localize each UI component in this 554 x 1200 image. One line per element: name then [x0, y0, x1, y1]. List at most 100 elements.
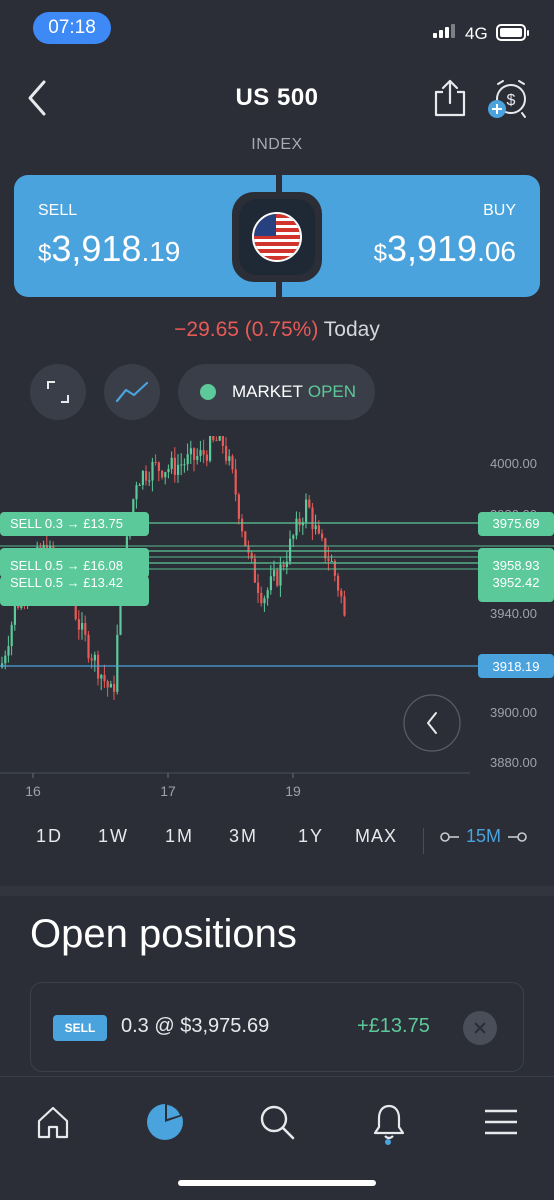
status-time: 07:18: [33, 12, 111, 44]
share-icon[interactable]: [432, 78, 468, 118]
candle-body: [343, 596, 346, 616]
x-tick-label: 16: [25, 783, 41, 799]
candle-body: [282, 564, 285, 567]
slider-right-icon: [508, 831, 527, 842]
page-title: US 500: [235, 84, 319, 111]
candle-body: [164, 472, 167, 478]
candle-body: [93, 654, 96, 661]
order-price-label: 3952.42: [493, 575, 540, 590]
section-divider: [0, 886, 554, 896]
candle-body: [7, 646, 10, 656]
candle-body: [247, 545, 250, 553]
home-tab[interactable]: [28, 1097, 78, 1147]
buy-price: $3,919.06: [373, 228, 516, 269]
candle-body: [148, 480, 151, 482]
timeframe-1d[interactable]: 1D: [36, 826, 63, 847]
candle-body: [199, 450, 202, 456]
candle-body: [215, 440, 218, 442]
candle-body: [225, 445, 228, 461]
market-status-dot: [200, 384, 216, 400]
candle-body: [212, 436, 215, 441]
timeframe-3m[interactable]: 3M: [229, 826, 258, 847]
candle-body: [167, 468, 170, 473]
candle-body: [231, 456, 234, 470]
candle-body: [205, 454, 208, 461]
candle-body: [154, 461, 157, 463]
candle-body: [305, 499, 308, 523]
candle-body: [10, 624, 13, 647]
line-chart-icon: [115, 381, 149, 403]
candle-body: [308, 499, 311, 508]
candle-body: [173, 457, 176, 475]
candle-body: [116, 634, 119, 692]
candle-body: [253, 558, 256, 583]
candle-body: [257, 582, 260, 593]
candle-body: [263, 598, 266, 604]
portfolio-tab[interactable]: [140, 1097, 190, 1147]
candle-body: [273, 570, 276, 577]
timeframe-1y[interactable]: 1Y: [298, 826, 324, 847]
order-price-label: 3975.69: [493, 516, 540, 531]
y-tick-label: 3940.00: [490, 606, 537, 621]
menu-icon: [485, 1109, 517, 1135]
candle-body: [221, 436, 224, 446]
candle-body: [177, 464, 180, 475]
position-row[interactable]: SELL 0.3 @ $3,975.69 +£13.75: [30, 982, 524, 1072]
candle-body: [244, 531, 247, 546]
candle-body: [81, 623, 84, 630]
candle-body: [295, 518, 298, 536]
candle-body: [250, 552, 253, 559]
candle-body: [218, 436, 221, 441]
home-icon: [37, 1106, 69, 1139]
candle-body: [151, 461, 154, 481]
search-tab[interactable]: [252, 1097, 302, 1147]
timeframe-1m[interactable]: 1M: [165, 826, 194, 847]
scroll-back-button[interactable]: [403, 694, 461, 752]
timeframe-selector: 1D 1W 1M 3M 1Y MAX 15M: [0, 826, 554, 858]
market-status: MARKET OPEN: [178, 364, 375, 420]
candle-body: [314, 525, 317, 530]
network-type: 4G: [465, 24, 488, 43]
candle-body: [202, 450, 205, 455]
candle-body: [4, 655, 7, 664]
candle-body: [13, 605, 16, 625]
candle-body: [228, 456, 231, 461]
timeframe-1w[interactable]: 1W: [98, 826, 129, 847]
position-side-badge: SELL: [53, 1015, 107, 1041]
candle-body: [180, 464, 183, 466]
candle-body: [170, 457, 173, 469]
price-chart[interactable]: 4000.003980.003940.003900.003880.0016171…: [0, 436, 554, 806]
position-desc: 0.3 @ $3,975.69: [121, 1015, 270, 1037]
positions-title: Open positions: [30, 912, 297, 956]
candle-body: [321, 533, 324, 539]
candle-body: [292, 535, 295, 539]
menu-tab[interactable]: [476, 1097, 526, 1147]
home-indicator: [178, 1180, 376, 1186]
x-tick-label: 19: [285, 783, 301, 799]
position-pnl: +£13.75: [357, 1015, 430, 1037]
candle-body: [113, 683, 116, 692]
candle-body: [317, 525, 320, 534]
candle-body: [260, 592, 263, 604]
candle-body: [311, 507, 314, 530]
search-icon: [260, 1105, 295, 1140]
candle-body: [189, 448, 192, 455]
fullscreen-button[interactable]: [30, 364, 86, 420]
candle-body: [269, 576, 272, 591]
order-tag-text: SELL 0.5 → £13.42: [10, 575, 123, 590]
bell-icon: [373, 1104, 405, 1140]
expand-icon: [47, 381, 69, 403]
current-price-label: 3918.19: [493, 659, 540, 674]
slider-left-icon: [440, 831, 459, 842]
interval-selector[interactable]: 15M: [440, 826, 527, 847]
close-position-button[interactable]: [463, 1011, 497, 1045]
flag-badge: [232, 192, 322, 282]
candle-body: [157, 462, 160, 471]
chart-type-button[interactable]: [104, 364, 160, 420]
price-alert-icon[interactable]: $: [486, 78, 532, 120]
candle-body: [87, 634, 90, 659]
timeframe-max[interactable]: MAX: [355, 826, 397, 847]
candle-body: [234, 469, 237, 495]
candle-body: [298, 518, 301, 526]
candle-body: [276, 570, 279, 586]
